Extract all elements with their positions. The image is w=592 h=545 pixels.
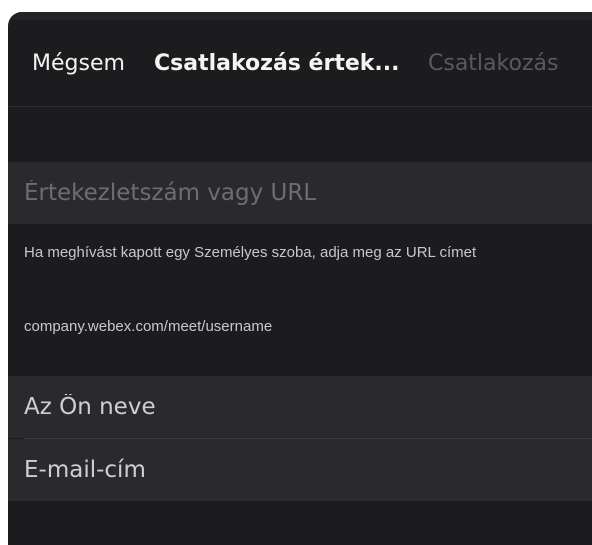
email-input[interactable]: [24, 439, 584, 501]
join-button[interactable]: Csatlakozás: [428, 50, 558, 78]
url-example: company.webex.com/meet/username: [24, 318, 273, 335]
navigation-bar: Mégsem Csatlakozás értek... Csatlakozás: [8, 36, 592, 96]
personal-room-hint: Ha meghívást kapott egy Személyes szoba,…: [24, 244, 477, 261]
page-title: Csatlakozás értek...: [154, 51, 400, 76]
email-row: [8, 439, 592, 501]
meeting-number-row: [8, 162, 592, 224]
name-row: [8, 376, 592, 438]
cancel-button[interactable]: Mégsem: [32, 50, 125, 78]
sheet-top-edge: [8, 12, 592, 20]
name-input[interactable]: [24, 376, 584, 438]
meeting-number-input[interactable]: [24, 162, 584, 224]
join-meeting-sheet: Mégsem Csatlakozás értek... Csatlakozás …: [8, 12, 592, 545]
nav-divider: [8, 106, 592, 107]
